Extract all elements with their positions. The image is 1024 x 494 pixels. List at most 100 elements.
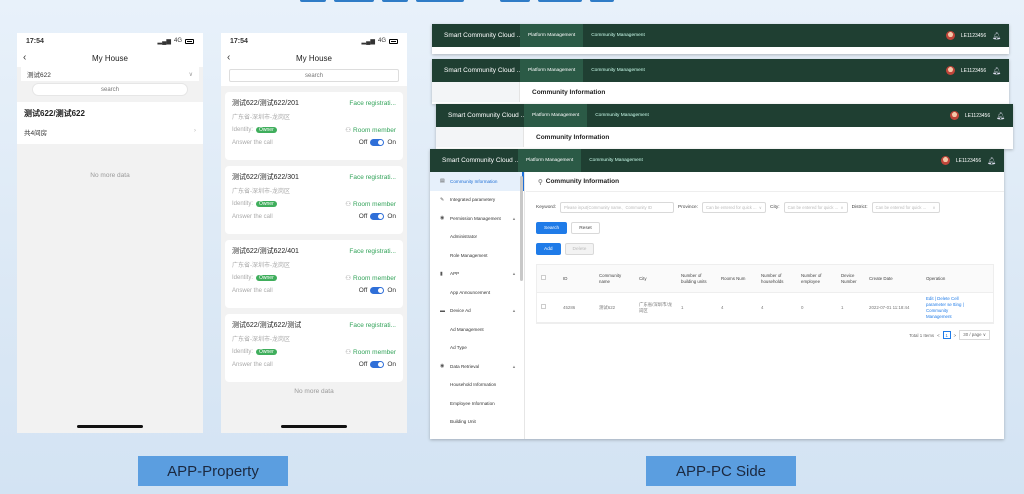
back-icon[interactable]: ‹ xyxy=(227,52,230,63)
username[interactable]: LE1123456 xyxy=(961,68,986,74)
unit-card[interactable]: 测试622/测试622/301 Face registrati... 广东省-深… xyxy=(225,166,403,234)
avatar[interactable] xyxy=(940,156,950,165)
back-icon[interactable]: ‹ xyxy=(23,52,26,63)
house-card[interactable]: 测试622/测试622 共4间房 › xyxy=(17,102,203,144)
face-registration-link[interactable]: Face registrati... xyxy=(349,248,396,255)
sidebar-item-data-retrieval[interactable]: ◉ Data Retrieval ▲ xyxy=(430,357,524,376)
column-header[interactable]: City xyxy=(635,276,677,282)
pager-next[interactable]: > xyxy=(954,333,957,338)
sidebar-item-community-information[interactable]: ▤ Community Information xyxy=(430,172,524,191)
room-member-link[interactable]: ⚇ Room member xyxy=(345,200,396,208)
community-select[interactable]: 测试622 ∨ xyxy=(21,67,199,81)
sidebar-item-ad-management[interactable]: Ad Management xyxy=(430,320,524,339)
avatar[interactable] xyxy=(945,66,955,75)
home-indicator xyxy=(281,425,347,428)
tab-platform-management[interactable]: Platform Management xyxy=(518,149,582,172)
pager-size-select[interactable]: 30 / page ∨ xyxy=(959,330,990,340)
sidebar-item-employee-information[interactable]: Employee Information xyxy=(430,394,524,413)
sidebar-item-permission-management[interactable]: ◉ Permission Management ▲ xyxy=(430,209,524,228)
sidebar-item-label: Employee Information xyxy=(450,400,495,406)
tab-platform-management[interactable]: Platform Management xyxy=(520,59,584,82)
tab-community-management[interactable]: Community Management xyxy=(583,59,653,82)
tab-community-management[interactable]: Community Management xyxy=(587,104,657,127)
top-nav: Smart Community Cloud ... Platform Manag… xyxy=(432,24,1009,47)
unit-card[interactable]: 测试622/测试622/测试 Face registrati... 广东省-深圳… xyxy=(225,314,403,382)
answer-call-toggle[interactable] xyxy=(370,213,385,220)
pager-page[interactable]: 1 xyxy=(942,331,951,339)
province-select[interactable]: Can be entered for quick ... ∨ xyxy=(702,202,766,213)
sidebar-item-administrator[interactable]: Administrator xyxy=(430,228,524,247)
tab-platform-management[interactable]: Platform Management xyxy=(520,24,584,47)
pager-prev[interactable]: < xyxy=(937,333,940,338)
face-registration-link[interactable]: Face registrati... xyxy=(349,100,396,107)
row-checkbox[interactable] xyxy=(537,304,559,311)
avatar[interactable] xyxy=(949,111,959,120)
tab-platform-management[interactable]: Platform Management xyxy=(524,104,588,127)
room-member-link[interactable]: ⚇ Room member xyxy=(345,274,396,282)
sidebar-item-integrated-parametery[interactable]: ✎ Integrated parametery xyxy=(430,191,524,210)
answer-call-toggle[interactable] xyxy=(370,139,385,146)
top-nav: Smart Community Cloud ... Platform Manag… xyxy=(432,59,1009,82)
unit-card[interactable]: 测试622/测试622/201 Face registrati... 广东省-深… xyxy=(225,92,403,160)
unit-address: 广东省-深圳市-龙岗区 xyxy=(232,337,290,343)
table-row[interactable]: 45286 测试622 广东省/深圳市/龙岗区 1 4 4 0 1 2022-07-01 11:… xyxy=(537,293,993,323)
reset-button[interactable]: Reset xyxy=(571,222,600,234)
bell-icon[interactable]: 🔔︎ xyxy=(992,67,1001,75)
sidebar-strip xyxy=(436,127,524,147)
sidebar-item-household-information[interactable]: Household Information xyxy=(430,376,524,395)
face-registration-link[interactable]: Face registrati... xyxy=(349,322,396,329)
delete-button[interactable]: Delete xyxy=(564,243,595,255)
answer-call-toggle-group: Off On xyxy=(359,213,396,220)
username[interactable]: LE1123456 xyxy=(961,33,986,39)
column-header[interactable]: Community name xyxy=(595,273,635,285)
table-cell: 4 xyxy=(761,304,764,310)
username[interactable]: LE1123456 xyxy=(956,158,981,164)
bell-icon[interactable]: 🔔︎ xyxy=(992,32,1001,40)
answer-call-toggle[interactable] xyxy=(370,287,385,294)
unit-address: 广东省-深圳市-龙岗区 xyxy=(232,263,290,269)
room-member-link[interactable]: ⚇ Room member xyxy=(345,126,396,134)
column-header[interactable]: Number of employee xyxy=(797,273,837,285)
sidebar-item-building-unit[interactable]: Building Unit xyxy=(430,413,524,432)
room-member-link[interactable]: ⚇ Room member xyxy=(345,348,396,356)
sidebar-item-role-management[interactable]: Role Management xyxy=(430,246,524,265)
search-input[interactable]: search xyxy=(32,83,188,96)
checkbox[interactable] xyxy=(541,275,546,280)
chevron-up-icon: ▲ xyxy=(512,308,516,314)
bell-icon[interactable]: 🔔︎ xyxy=(996,112,1005,120)
sidebar-scrollbar[interactable] xyxy=(520,176,523,281)
column-header[interactable]: Number of households xyxy=(757,273,797,285)
nav-bar: ‹ My House xyxy=(17,49,203,67)
column-header[interactable]: Number of building units xyxy=(677,273,717,285)
search-button[interactable]: Search xyxy=(536,222,568,234)
avatar[interactable] xyxy=(945,31,955,40)
tab-community-management[interactable]: Community Management xyxy=(581,149,651,172)
answer-call-toggle[interactable] xyxy=(370,361,385,368)
checkbox[interactable] xyxy=(541,304,546,309)
unit-name: 测试622/测试622/201 xyxy=(232,100,299,107)
tab-community-management[interactable]: Community Management xyxy=(583,24,653,47)
city-select[interactable]: Can be entered for quick ... ∨ xyxy=(783,202,848,213)
on-label: On xyxy=(387,361,396,368)
column-header[interactable]: Rooms Num xyxy=(717,276,757,282)
search-input[interactable]: search xyxy=(229,69,399,82)
add-button[interactable]: Add xyxy=(536,243,561,255)
column-header[interactable]: ID xyxy=(559,276,595,282)
unit-card[interactable]: 测试622/测试622/401 Face registrati... 广东省-深… xyxy=(225,240,403,308)
sidebar-item-device-ad[interactable]: ▬ Device Ad ▲ xyxy=(430,302,524,321)
unit-name: 测试622/测试622/301 xyxy=(232,174,299,181)
keyword-input[interactable]: Please input(Community name、Community ID xyxy=(560,202,674,213)
sidebar-item-app-announcement[interactable]: App Announcement xyxy=(430,283,524,302)
operation-links[interactable]: Edit | Delete Cell parameter se tting | … xyxy=(922,296,968,320)
district-select[interactable]: Can be entered for quick ... ∨ xyxy=(871,202,940,213)
bell-icon[interactable]: 🔔︎ xyxy=(987,157,996,165)
answer-call-toggle-group: Off On xyxy=(359,361,396,368)
select-all-checkbox[interactable] xyxy=(537,275,559,282)
username[interactable]: LE1123456 xyxy=(965,113,990,119)
table-cell: 1 xyxy=(681,304,684,310)
column-header[interactable]: Create Date xyxy=(865,276,922,282)
face-registration-link[interactable]: Face registrati... xyxy=(349,174,396,181)
sidebar-item-ad-type[interactable]: Ad Type xyxy=(430,339,524,358)
column-header[interactable]: Device Number xyxy=(837,273,865,285)
sidebar-item-app[interactable]: ▮ APP ▲ xyxy=(430,265,524,284)
